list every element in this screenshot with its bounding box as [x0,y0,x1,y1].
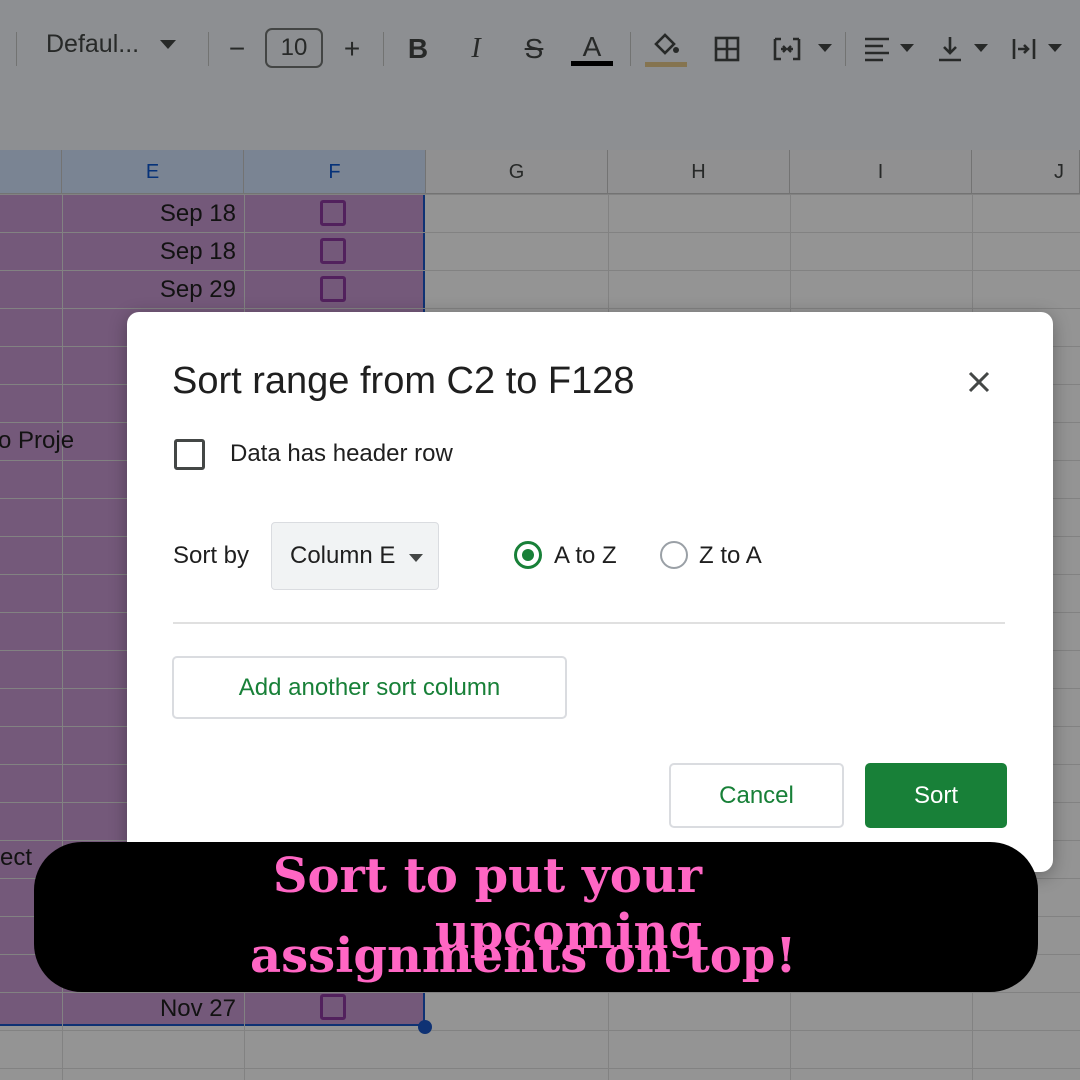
spreadsheet-app: Defaul... − 10 + B I S A E F G H I J Sep… [0,0,1080,1080]
close-icon[interactable] [959,362,999,402]
radio-a-to-z[interactable] [514,541,542,569]
header-row-label: Data has header row [230,440,453,467]
sort-by-label: Sort by [173,542,250,569]
chevron-down-icon [409,554,423,562]
dialog-divider [173,622,1005,624]
caption-line-2: assignments on top! [250,928,797,984]
caption-banner: Sort to put your upcoming assignments on… [34,842,1038,992]
dialog-title: Sort range from C2 to F128 [172,360,635,402]
sort-column-select[interactable]: Column E [271,522,439,590]
sort-column-value: Column E [290,542,396,569]
radio-z-to-a-label[interactable]: Z to A [699,542,762,570]
add-sort-column-button[interactable]: Add another sort column [172,656,567,719]
sort-button[interactable]: Sort [865,763,1007,828]
radio-a-to-z-label[interactable]: A to Z [554,542,617,570]
header-row-checkbox[interactable] [174,439,205,470]
sort-range-dialog: Sort range from C2 to F128 Data has head… [127,312,1053,872]
radio-z-to-a[interactable] [660,541,688,569]
cancel-button[interactable]: Cancel [669,763,844,828]
